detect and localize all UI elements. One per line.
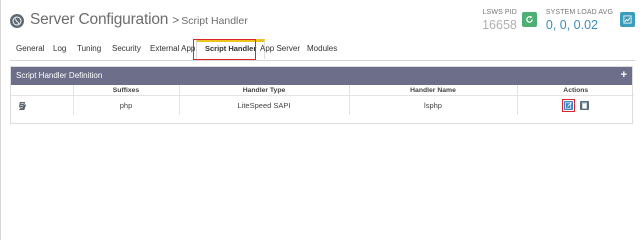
chart-icon (623, 15, 632, 24)
edit-highlight (562, 98, 576, 113)
trash-icon (582, 102, 588, 109)
active-tab-highlight (193, 39, 256, 60)
chart-button[interactable] (620, 12, 635, 27)
page-title-text: Server Configuration (30, 11, 169, 28)
handler-name-cell: lsphp (349, 95, 518, 115)
column-header-icon (11, 85, 74, 96)
add-icon[interactable]: + (621, 67, 627, 84)
column-header-suffixes: Suffixes (73, 85, 180, 96)
pid-label: LSWS PID (482, 9, 517, 16)
column-header-handler-name: Handler Name (349, 85, 518, 96)
tab-bar: General Log Tuning Security External App… (10, 38, 635, 61)
row-icon-cell (11, 95, 74, 115)
load-value: 0, 0, 0.02 (545, 18, 598, 32)
page-title: Server Configuration > Script Handler (10, 11, 248, 29)
panel-header: Script Handler Definition + (11, 67, 632, 85)
breadcrumb-separator: > (172, 13, 180, 27)
restart-icon (526, 15, 533, 23)
page-header: Server Configuration > Script Handler LS… (10, 8, 635, 38)
handler-table: Suffixes Handler Type Handler Name Actio… (11, 85, 634, 115)
delete-button[interactable] (580, 101, 590, 110)
actions-cell (517, 96, 634, 116)
load-block: SYSTEM LOAD AVG 0, 0, 0.02 (546, 8, 613, 32)
tab-app-server[interactable]: App Server (260, 44, 300, 53)
status-area: LSWS PID 16658 SYSTEM LOAD AVG 0, 0, 0.0… (482, 8, 635, 38)
pid-block: LSWS PID 16658 (482, 8, 517, 32)
table-row: php LiteSpeed SAPI lsphp (11, 95, 634, 116)
column-header-handler-type: Handler Type (179, 85, 350, 96)
window-left-border (0, 0, 1, 240)
column-header-actions: Actions (517, 85, 634, 96)
restart-button[interactable] (521, 12, 537, 27)
tab-tuning[interactable]: Tuning (77, 44, 101, 53)
tab-general[interactable]: General (16, 44, 44, 53)
script-handler-panel: Script Handler Definition + Suffixes Han… (10, 66, 634, 124)
page-subtitle: Script Handler (181, 15, 248, 27)
suffixes-cell: php (73, 95, 180, 115)
tab-modules[interactable]: Modules (307, 44, 337, 53)
globe-icon (10, 14, 24, 28)
table-header-row: Suffixes Handler Type Handler Name Actio… (11, 85, 634, 96)
edit-icon (565, 102, 573, 109)
script-icon (18, 101, 27, 110)
tab-security[interactable]: Security (112, 44, 141, 53)
handler-type-cell: LiteSpeed SAPI (179, 95, 350, 115)
panel-title: Script Handler Definition (16, 71, 103, 80)
edit-button[interactable] (564, 101, 574, 111)
pid-value: 16658 (482, 18, 517, 32)
tab-external-app[interactable]: External App (150, 44, 195, 53)
tab-log[interactable]: Log (53, 44, 66, 53)
load-label: SYSTEM LOAD AVG (545, 9, 613, 16)
